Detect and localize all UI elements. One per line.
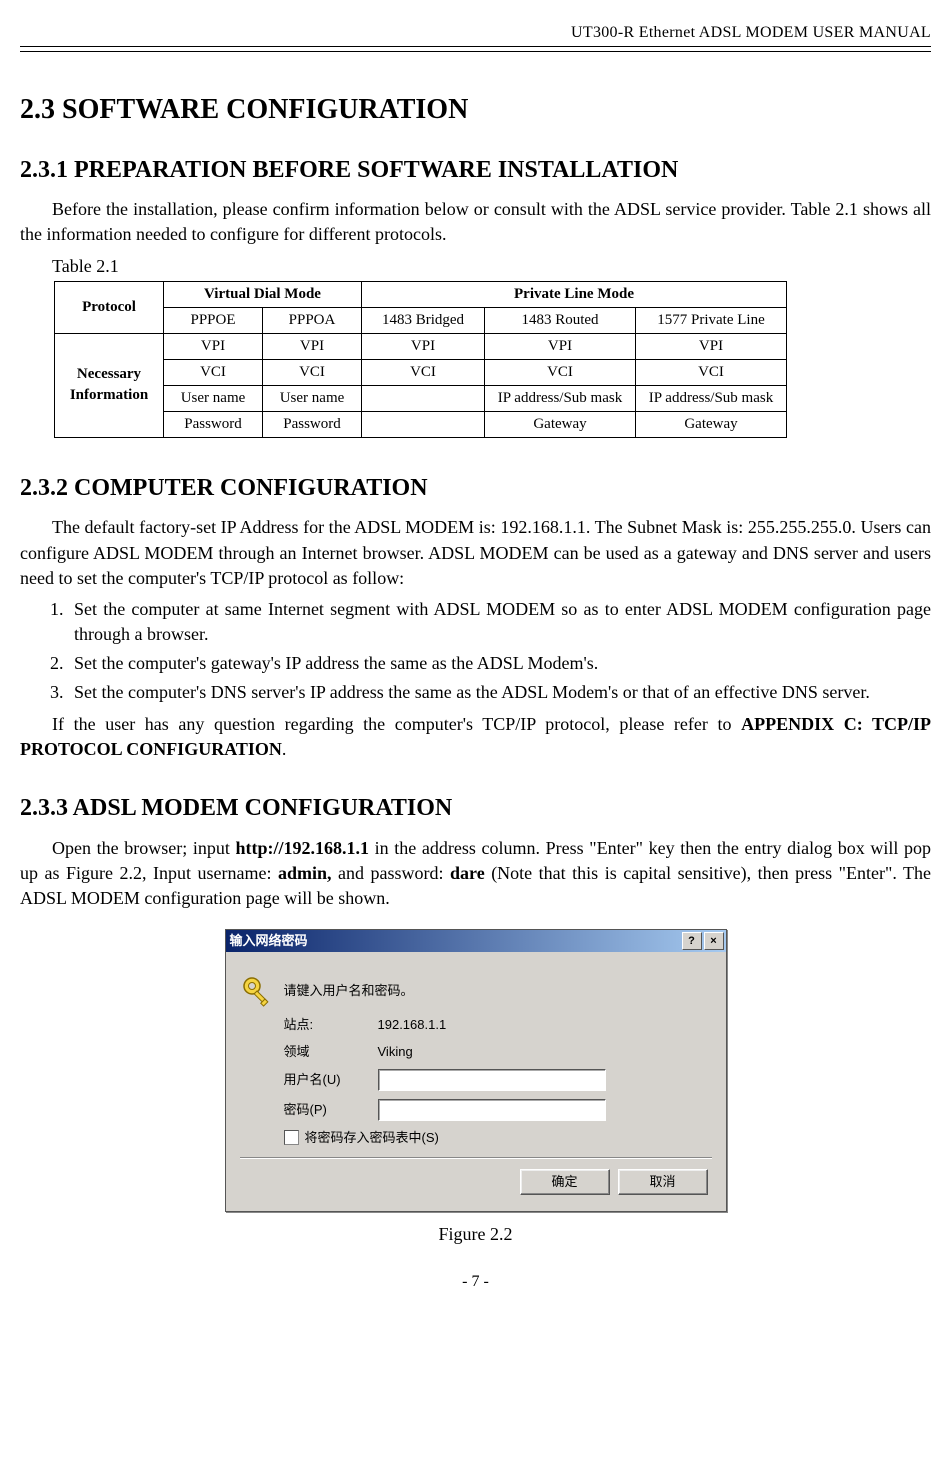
site-label: 站点: xyxy=(284,1016,378,1034)
cell-protocol-head: Protocol xyxy=(55,281,164,333)
realm-value: Viking xyxy=(378,1043,712,1061)
dialog-titlebar[interactable]: 输入网络密码 ? × xyxy=(226,930,726,952)
s232-list-item-3: Set the computer's DNS server's IP addre… xyxy=(68,680,931,705)
help-button[interactable]: ? xyxy=(682,932,702,950)
running-header: UT300-R Ethernet ADSL MODEM USER MANUAL xyxy=(20,22,931,44)
cell-r1c4: VPI xyxy=(485,333,636,359)
s231-paragraph-1: Before the installation, please confirm … xyxy=(20,197,931,247)
dialog-prompt: 请键入用户名和密码。 xyxy=(284,982,414,1000)
save-password-checkbox[interactable] xyxy=(284,1130,299,1145)
s233-p1e: and password: xyxy=(332,863,451,883)
site-value: 192.168.1.1 xyxy=(378,1016,712,1034)
header-rule-top xyxy=(20,46,931,47)
realm-label: 领域 xyxy=(284,1043,378,1061)
cancel-button[interactable]: 取消 xyxy=(618,1169,708,1195)
s232-paragraph-2: If the user has any question regarding t… xyxy=(20,712,931,762)
cell-r2c3: VCI xyxy=(362,359,485,385)
cell-r2c1: VCI xyxy=(164,359,263,385)
cell-col-pppoe: PPPOE xyxy=(164,307,263,333)
auth-dialog: 输入网络密码 ? × 请键入用户名和密码。 站点: 192.168.1.1 xyxy=(225,929,727,1212)
table-2.1-label: Table 2.1 xyxy=(52,254,931,279)
dialog-title: 输入网络密码 xyxy=(230,932,680,950)
cell-r1c2: VPI xyxy=(263,333,362,359)
password-label: 密码(P) xyxy=(284,1101,378,1119)
cell-r4c3 xyxy=(362,411,485,437)
cell-col-1577private: 1577 Private Line xyxy=(636,307,787,333)
cell-r4c4: Gateway xyxy=(485,411,636,437)
cell-r2c5: VCI xyxy=(636,359,787,385)
dialog-separator xyxy=(240,1157,712,1159)
username-value: admin, xyxy=(278,863,332,883)
cell-col-pppoa: PPPOA xyxy=(263,307,362,333)
cell-r4c1: Password xyxy=(164,411,263,437)
modem-url: http://192.168.1.1 xyxy=(236,838,370,858)
page-number: - 7 - xyxy=(20,1271,931,1293)
cell-r3c3 xyxy=(362,385,485,411)
cell-r3c5: IP address/Sub mask xyxy=(636,385,787,411)
cell-r1c5: VPI xyxy=(636,333,787,359)
figure-2.2: 输入网络密码 ? × 请键入用户名和密码。 站点: 192.168.1.1 xyxy=(20,929,931,1247)
cell-col-1483routed: 1483 Routed xyxy=(485,307,636,333)
cell-r3c2: User name xyxy=(263,385,362,411)
s232-paragraph-1: The default factory-set IP Address for t… xyxy=(20,515,931,591)
s232-list: Set the computer at same Internet segmen… xyxy=(20,597,931,706)
section-2.3.1-title: 2.3.1 PREPARATION BEFORE SOFTWARE INSTAL… xyxy=(20,154,931,188)
section-2.3.3-title: 2.3.3 ADSL MODEM CONFIGURATION xyxy=(20,792,931,826)
cell-r3c4: IP address/Sub mask xyxy=(485,385,636,411)
cell-virtual-dial-mode: Virtual Dial Mode xyxy=(164,281,362,307)
table-2.1: Protocol Virtual Dial Mode Private Line … xyxy=(54,281,787,438)
s232-list-item-1: Set the computer at same Internet segmen… xyxy=(68,597,931,647)
s233-paragraph-1: Open the browser; input http://192.168.1… xyxy=(20,836,931,912)
cell-r1c3: VPI xyxy=(362,333,485,359)
cell-necessary-info-head: Necessary Information xyxy=(55,333,164,437)
s232-list-item-2: Set the computer's gateway's IP address … xyxy=(68,651,931,676)
cell-r4c5: Gateway xyxy=(636,411,787,437)
figure-2.2-caption: Figure 2.2 xyxy=(20,1222,931,1247)
cell-r2c4: VCI xyxy=(485,359,636,385)
section-2.3.2-title: 2.3.2 COMPUTER CONFIGURATION xyxy=(20,472,931,506)
password-value: dare xyxy=(450,863,485,883)
cell-r2c2: VCI xyxy=(263,359,362,385)
s232-p2-text-a: If the user has any question regarding t… xyxy=(52,714,741,734)
key-icon xyxy=(240,974,274,1008)
cell-col-1483bridged: 1483 Bridged xyxy=(362,307,485,333)
s232-p2-text-c: . xyxy=(282,739,287,759)
username-input[interactable] xyxy=(378,1069,606,1091)
cell-r1c1: VPI xyxy=(164,333,263,359)
cell-r3c1: User name xyxy=(164,385,263,411)
username-label: 用户名(U) xyxy=(284,1071,378,1089)
s233-p1a: Open the browser; input xyxy=(52,838,236,858)
close-button[interactable]: × xyxy=(704,932,724,950)
header-rule-bottom xyxy=(20,51,931,52)
ok-button[interactable]: 确定 xyxy=(520,1169,610,1195)
password-input[interactable] xyxy=(378,1099,606,1121)
cell-r4c2: Password xyxy=(263,411,362,437)
save-password-label: 将密码存入密码表中(S) xyxy=(305,1129,439,1147)
cell-private-line-mode: Private Line Mode xyxy=(362,281,787,307)
section-2.3-title: 2.3 SOFTWARE CONFIGURATION xyxy=(20,90,931,129)
